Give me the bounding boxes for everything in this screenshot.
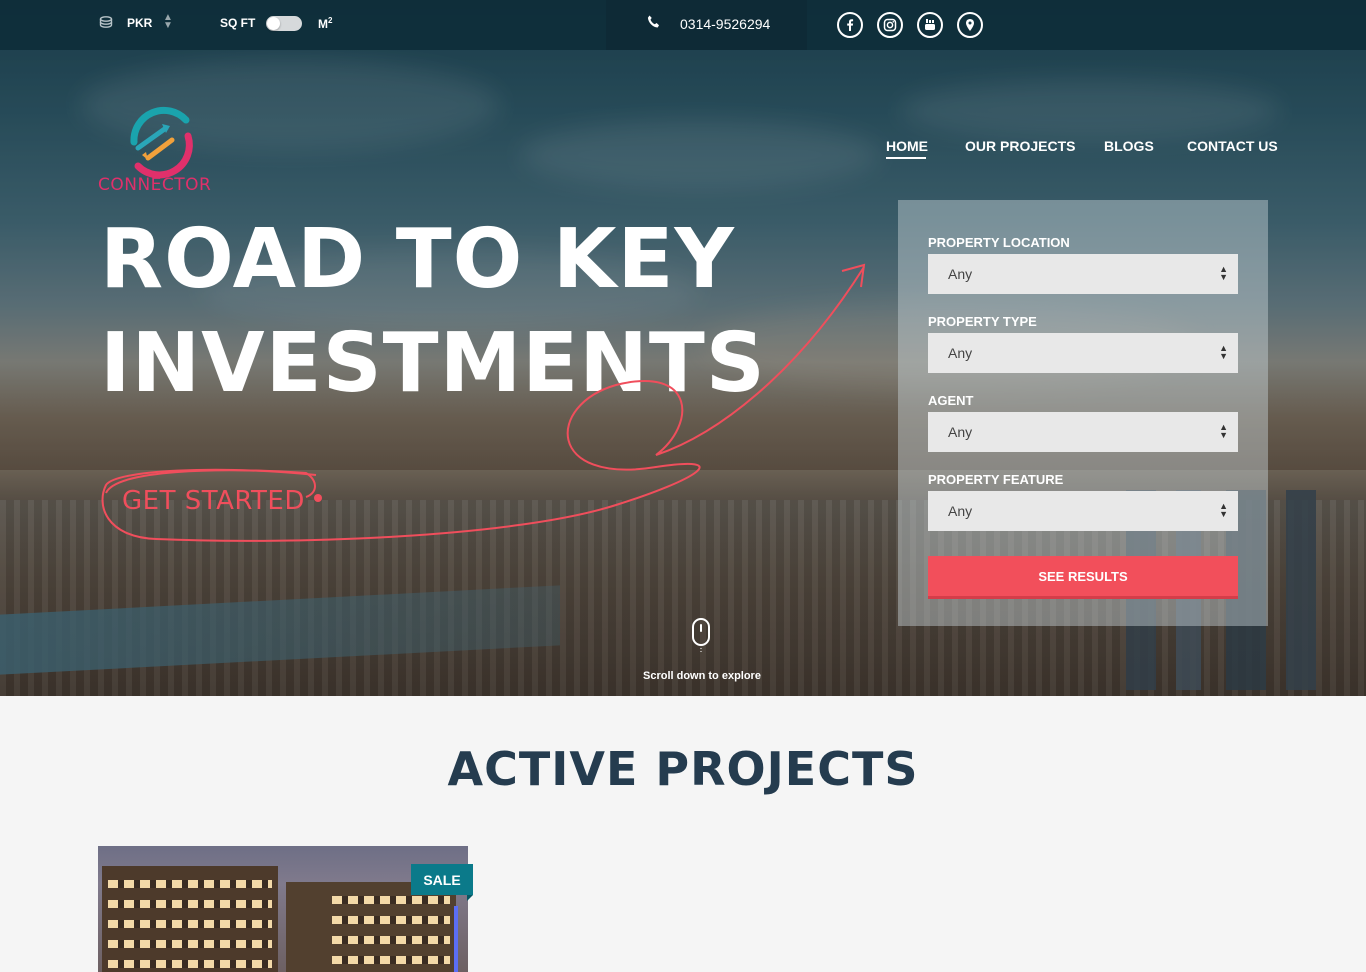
sale-badge: SALE xyxy=(411,864,473,901)
agent-value: Any xyxy=(948,424,973,440)
property-feature-select[interactable]: Any ▲ ▼ xyxy=(928,491,1238,531)
select-caret-icon: ▲ ▼ xyxy=(1219,501,1228,519)
currency-caret-icon[interactable]: ▲ ▼ xyxy=(163,13,173,31)
agent-select[interactable]: Any ▲ ▼ xyxy=(928,412,1238,452)
property-feature-label: PROPERTY FEATURE xyxy=(928,472,1064,487)
property-location-value: Any xyxy=(948,266,973,282)
unit-toggle-knob xyxy=(267,17,280,30)
nav-our-projects[interactable]: OUR PROJECTS xyxy=(965,138,1075,154)
unit-toggle[interactable] xyxy=(266,16,302,31)
nav-contact-us[interactable]: CONTACT US xyxy=(1187,138,1278,154)
unit-m2-label: M2 xyxy=(318,16,332,31)
property-location-label: PROPERTY LOCATION xyxy=(928,235,1070,250)
nav-blogs[interactable]: BLOGS xyxy=(1104,138,1154,154)
select-caret-icon: ▲ ▼ xyxy=(1219,264,1228,282)
mouse-scroll-icon[interactable] xyxy=(691,618,711,654)
unit-m2-base: M xyxy=(318,17,328,31)
select-caret-icon: ▲ ▼ xyxy=(1219,343,1228,361)
agent-label: AGENT xyxy=(928,393,974,408)
currency-selector[interactable]: PKR xyxy=(127,16,152,30)
coins-icon xyxy=(99,15,113,29)
instagram-icon[interactable] xyxy=(877,12,903,38)
phone-number[interactable]: 0314-9526294 xyxy=(680,16,770,32)
scroll-hint-text: Scroll down to explore xyxy=(643,670,761,682)
phone-icon xyxy=(646,14,662,30)
location-pin-icon[interactable] xyxy=(957,12,983,38)
unit-m2-sup: 2 xyxy=(328,16,333,25)
property-type-label: PROPERTY TYPE xyxy=(928,314,1037,329)
section-title-active-projects: ACTIVE PROJECTS xyxy=(447,742,919,796)
property-location-select[interactable]: Any ▲ ▼ xyxy=(928,254,1238,294)
get-started-button[interactable]: GET STARTED xyxy=(122,486,305,516)
property-type-value: Any xyxy=(948,345,973,361)
select-caret-icon: ▲ ▼ xyxy=(1219,422,1228,440)
facebook-icon[interactable] xyxy=(837,12,863,38)
nav-home[interactable]: HOME xyxy=(886,138,928,154)
youtube-icon[interactable] xyxy=(917,12,943,38)
property-feature-value: Any xyxy=(948,503,973,519)
unit-sqft-label: SQ FT xyxy=(220,16,256,30)
see-results-button[interactable]: SEE RESULTS xyxy=(928,556,1238,596)
logo-text: CONNECTOR xyxy=(98,175,212,195)
nav-active-indicator xyxy=(886,157,926,159)
property-type-select[interactable]: Any ▲ ▼ xyxy=(928,333,1238,373)
